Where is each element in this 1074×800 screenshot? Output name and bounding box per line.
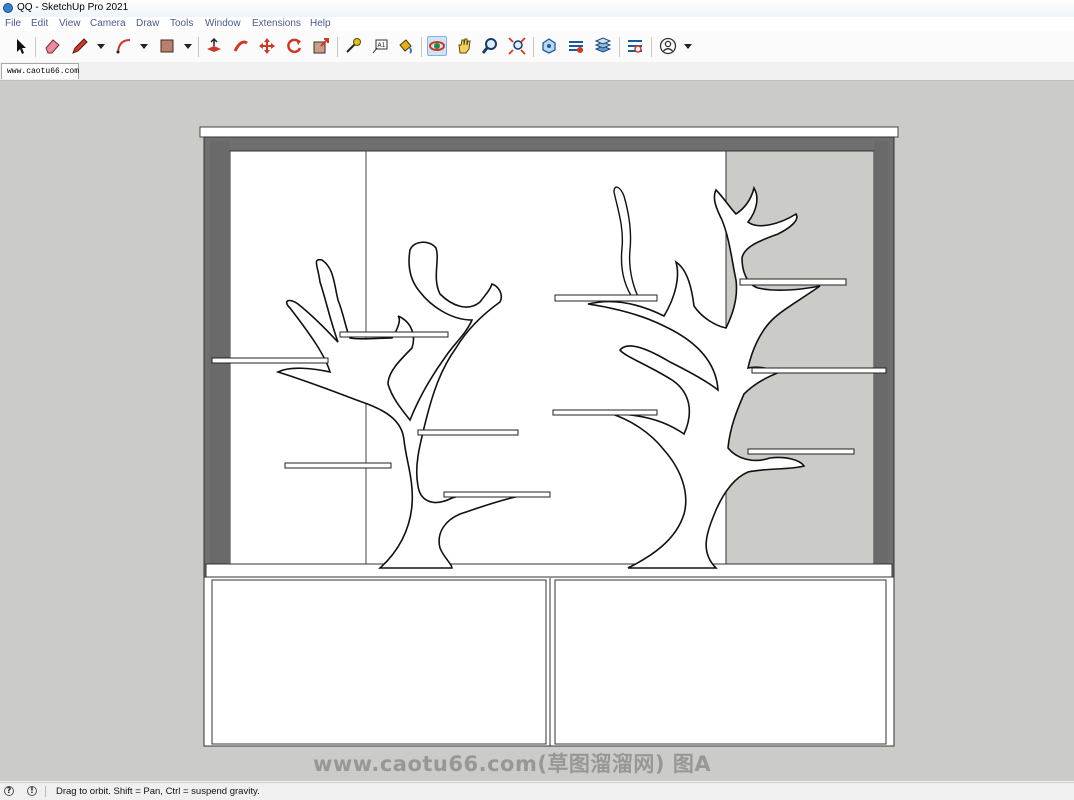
pan-icon[interactable] xyxy=(454,36,474,56)
warehouse-icon[interactable] xyxy=(539,36,559,56)
arc-icon[interactable] xyxy=(114,36,134,56)
title-bar: QQ - SketchUp Pro 2021 xyxy=(0,0,1074,17)
zoom-extents-icon[interactable] xyxy=(507,36,527,56)
status-bar: ? ! Drag to orbit. Shift = Pan, Ctrl = s… xyxy=(0,782,1074,800)
display-shelf-floor xyxy=(205,563,893,578)
cabinet-door-right xyxy=(554,579,887,745)
left-side-panel xyxy=(210,141,230,565)
menu-extensions[interactable]: Extensions xyxy=(252,18,301,29)
menu-file[interactable]: File xyxy=(5,18,21,29)
right-side-panel xyxy=(874,141,888,565)
shape-icon[interactable] xyxy=(157,36,177,56)
shelf xyxy=(747,448,855,455)
scene-tab-bar: www.caotu66.com xyxy=(0,62,1074,81)
zoom-icon[interactable] xyxy=(480,36,500,56)
menu-view[interactable]: View xyxy=(59,18,81,29)
drawing-viewport[interactable]: www.caotu66.com(草图溜溜网) 图A xyxy=(0,81,1074,781)
select-icon[interactable] xyxy=(11,36,31,56)
shelf xyxy=(751,367,887,374)
cabinet-door-left xyxy=(211,579,547,745)
menu-tools[interactable]: Tools xyxy=(170,18,193,29)
menu-draw[interactable]: Draw xyxy=(136,18,159,29)
menu-edit[interactable]: Edit xyxy=(31,18,48,29)
line-dropdown-chevron-icon[interactable] xyxy=(97,44,105,49)
extension-manager-icon[interactable] xyxy=(625,36,645,56)
follow-me-icon[interactable] xyxy=(231,36,251,56)
cabinet-top-panel xyxy=(199,126,899,138)
pencil-line-icon[interactable] xyxy=(70,36,90,56)
geo-location-icon[interactable]: ? xyxy=(4,786,14,796)
menu-bar: File Edit View Camera Draw Tools Window … xyxy=(0,17,1074,31)
watermark-text: www.caotu66.com(草图溜溜网) 图A xyxy=(313,752,712,776)
cabinet-model xyxy=(199,126,899,747)
account-dropdown-chevron-icon[interactable] xyxy=(684,44,692,49)
tape-measure-icon[interactable] xyxy=(343,36,363,56)
shelf xyxy=(554,294,658,302)
scene-tab[interactable]: www.caotu66.com xyxy=(1,63,79,79)
menu-camera[interactable]: Camera xyxy=(90,18,126,29)
orbit-icon[interactable] xyxy=(427,36,447,56)
menu-help[interactable]: Help xyxy=(310,18,331,29)
window-title: QQ - SketchUp Pro 2021 xyxy=(17,2,129,13)
account-icon[interactable] xyxy=(658,36,678,56)
menu-window[interactable]: Window xyxy=(205,18,241,29)
layout-icon[interactable] xyxy=(593,36,613,56)
instructor-info-icon[interactable]: ! xyxy=(27,786,37,796)
shelf xyxy=(443,491,551,498)
shelf xyxy=(339,331,449,338)
paint-bucket-icon[interactable] xyxy=(395,36,415,56)
shape-dropdown-chevron-icon[interactable] xyxy=(184,44,192,49)
text-icon[interactable]: A1 xyxy=(370,36,390,56)
rotate-icon[interactable] xyxy=(284,36,304,56)
move-icon[interactable] xyxy=(257,36,277,56)
push-pull-icon[interactable] xyxy=(204,36,224,56)
eraser-icon[interactable] xyxy=(42,36,62,56)
svg-text:A1: A1 xyxy=(378,42,386,49)
shelf xyxy=(739,278,847,286)
shelf xyxy=(552,409,658,416)
shelf xyxy=(284,462,392,469)
main-toolbar: A1 xyxy=(0,31,1074,63)
status-message: Drag to orbit. Shift = Pan, Ctrl = suspe… xyxy=(56,786,260,797)
sketchup-app-icon xyxy=(3,3,13,13)
shelf xyxy=(211,357,329,364)
scale-icon[interactable] xyxy=(311,36,331,56)
shelf xyxy=(417,429,519,436)
extension-warehouse-icon[interactable] xyxy=(566,36,586,56)
arc-dropdown-chevron-icon[interactable] xyxy=(140,44,148,49)
